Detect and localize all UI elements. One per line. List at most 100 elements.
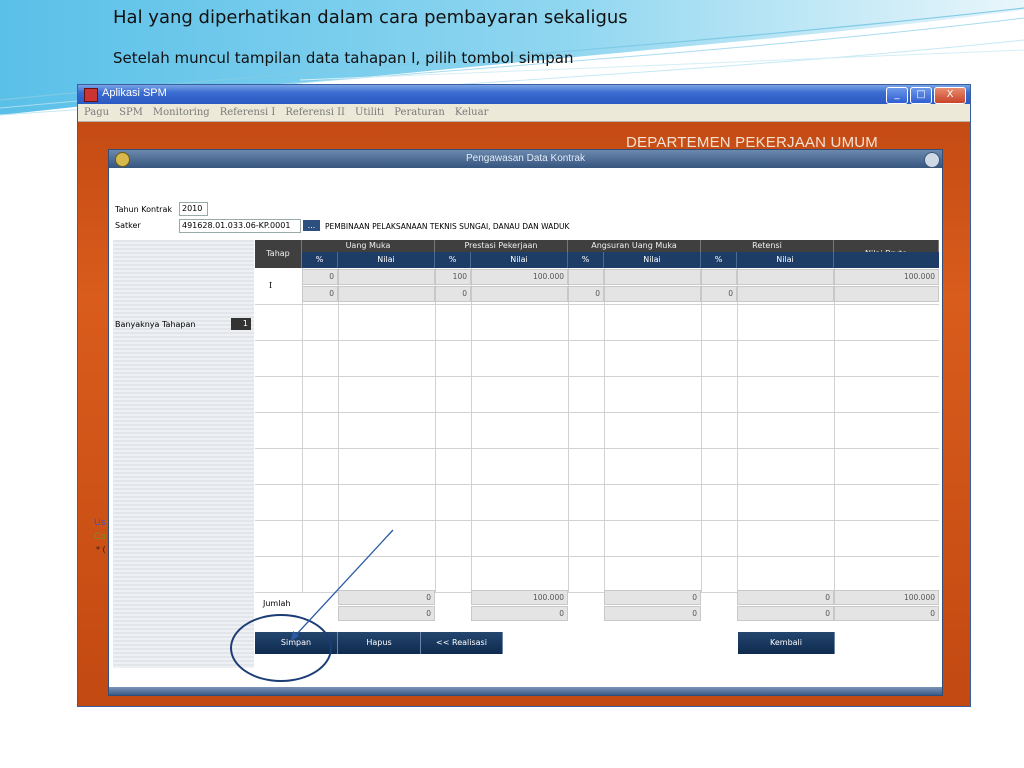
col-divider bbox=[471, 268, 472, 592]
col-divider bbox=[302, 268, 303, 592]
satker-name: PEMBINAAN PELAKSANAAN TEKNIS SUNGAI, DAN… bbox=[325, 222, 570, 231]
col-divider bbox=[701, 268, 702, 592]
aum-nilai-cell[interactable] bbox=[604, 269, 701, 285]
maximize-button[interactable]: □ bbox=[910, 87, 932, 104]
col-divider bbox=[834, 268, 835, 592]
slide-subtitle: Setelah muncul tampilan data tahapan I, … bbox=[113, 49, 574, 67]
col-divider bbox=[737, 268, 738, 592]
row-divider bbox=[255, 484, 939, 485]
header-prestasi-pekerjaan: Prestasi Pekerjaan bbox=[435, 240, 568, 252]
menu-keluar[interactable]: Keluar bbox=[455, 107, 489, 118]
dialog-knob-icon[interactable] bbox=[924, 152, 940, 168]
bruto-cell[interactable] bbox=[834, 286, 939, 302]
row-divider bbox=[255, 340, 939, 341]
banyaknya-tahapan-field[interactable]: 1 bbox=[231, 318, 251, 330]
col-divider bbox=[568, 268, 569, 592]
menu-utiliti[interactable]: Utiliti bbox=[355, 107, 384, 118]
app-window: Aplikasi SPM _ □ X Pagu SPM Monitoring R… bbox=[77, 84, 971, 707]
col-divider bbox=[338, 268, 339, 592]
aum-pct-cell[interactable]: 0 bbox=[568, 286, 604, 302]
tahapan-panel: Banyaknya Tahapan 1 bbox=[113, 240, 254, 668]
menu-referensi-2[interactable]: Referensi II bbox=[285, 107, 345, 118]
jumlah-ret-cell: 0 bbox=[737, 606, 834, 621]
jumlah-pp-cell: 100.000 bbox=[471, 590, 568, 605]
simpan-highlight-ring bbox=[230, 614, 332, 682]
tahap-label: I bbox=[269, 281, 273, 290]
header-retensi: Retensi bbox=[701, 240, 834, 252]
col-divider bbox=[435, 268, 436, 592]
aum-pct-cell[interactable] bbox=[568, 269, 604, 285]
ret-nilai-cell[interactable] bbox=[737, 286, 834, 302]
jumlah-bruto-cell: 0 bbox=[834, 606, 939, 621]
pp-pct-cell[interactable]: 0 bbox=[435, 286, 471, 302]
header-uang-muka: Uang Muka bbox=[302, 240, 435, 252]
jumlah-label: Jumlah bbox=[263, 599, 291, 608]
row-divider bbox=[255, 520, 939, 521]
row-divider bbox=[255, 376, 939, 377]
fragment-text-1: Us bbox=[94, 518, 106, 528]
um-pct-cell[interactable]: 0 bbox=[302, 286, 338, 302]
bruto-cell[interactable]: 100.000 bbox=[834, 269, 939, 285]
jumlah-aum-cell: 0 bbox=[604, 590, 701, 605]
menu-bar: Pagu SPM Monitoring Referensi I Referens… bbox=[78, 104, 970, 122]
minimize-button[interactable]: _ bbox=[886, 87, 908, 104]
subheader-pct: % bbox=[568, 252, 604, 268]
subheader-nilai: Nilai bbox=[604, 252, 701, 268]
row-divider bbox=[255, 412, 939, 413]
um-nilai-cell[interactable] bbox=[338, 269, 435, 285]
hapus-button[interactable]: Hapus bbox=[338, 632, 421, 654]
subheader-nilai: Nilai bbox=[338, 252, 435, 268]
tahun-kontrak-label: Tahun Kontrak bbox=[115, 205, 172, 214]
row-divider bbox=[255, 556, 939, 557]
ret-nilai-cell[interactable] bbox=[737, 269, 834, 285]
pp-nilai-cell[interactable] bbox=[471, 286, 568, 302]
fragment-text-2: Co bbox=[94, 532, 106, 542]
col-divider bbox=[604, 268, 605, 592]
um-nilai-cell[interactable] bbox=[338, 286, 435, 302]
banyaknya-tahapan-label: Banyaknya Tahapan bbox=[115, 320, 196, 329]
pp-pct-cell[interactable]: 100 bbox=[435, 269, 471, 285]
jumlah-um-cell: 0 bbox=[338, 606, 435, 621]
menu-spm[interactable]: SPM bbox=[119, 107, 143, 118]
window-titlebar: Aplikasi SPM _ □ X bbox=[78, 85, 970, 104]
menu-peraturan[interactable]: Peraturan bbox=[394, 107, 445, 118]
window-title: Aplikasi SPM bbox=[102, 87, 167, 99]
subheader-pct: % bbox=[302, 252, 338, 268]
dialog-titlebar: Pengawasan Data Kontrak bbox=[109, 150, 942, 168]
jumlah-bruto-cell: 100.000 bbox=[834, 590, 939, 605]
jumlah-ret-cell: 0 bbox=[737, 590, 834, 605]
row-divider bbox=[255, 448, 939, 449]
subheader-pct: % bbox=[701, 252, 737, 268]
row-divider bbox=[255, 304, 939, 305]
subheader-nilai: Nilai bbox=[471, 252, 568, 268]
subheader-pct: % bbox=[435, 252, 471, 268]
jumlah-um-cell: 0 bbox=[338, 590, 435, 605]
subheader-nilai: Nilai bbox=[737, 252, 834, 268]
satker-lookup-button[interactable]: ... bbox=[303, 220, 320, 231]
um-pct-cell[interactable]: 0 bbox=[302, 269, 338, 285]
dialog-bottom-bar bbox=[109, 687, 942, 695]
ret-pct-cell[interactable]: 0 bbox=[701, 286, 737, 302]
menu-referensi-1[interactable]: Referensi I bbox=[220, 107, 276, 118]
realisasi-button[interactable]: << Realisasi bbox=[421, 632, 503, 654]
jumlah-aum-cell: 0 bbox=[604, 606, 701, 621]
fragment-text-3: * ( bbox=[96, 545, 106, 554]
aum-nilai-cell[interactable] bbox=[604, 286, 701, 302]
pp-nilai-cell[interactable]: 100.000 bbox=[471, 269, 568, 285]
satker-code-field[interactable]: 491628.01.033.06-KP.0001 bbox=[179, 219, 301, 233]
satker-label: Satker bbox=[115, 221, 141, 230]
tahun-kontrak-field[interactable]: 2010 bbox=[179, 202, 208, 216]
kontrak-dialog: Pengawasan Data Kontrak Tahun Kontrak 20… bbox=[108, 149, 943, 696]
header-tahap: Tahap bbox=[255, 240, 302, 268]
jumlah-pp-cell: 0 bbox=[471, 606, 568, 621]
menu-monitoring[interactable]: Monitoring bbox=[153, 107, 210, 118]
header-angsuran-uang-muka: Angsuran Uang Muka bbox=[568, 240, 701, 252]
kembali-button[interactable]: Kembali bbox=[738, 632, 835, 654]
menu-pagu[interactable]: Pagu bbox=[84, 107, 109, 118]
close-button[interactable]: X bbox=[934, 87, 966, 104]
slide-title: Hal yang diperhatikan dalam cara pembaya… bbox=[113, 7, 628, 28]
tahapan-table: Tahap Uang Muka Prestasi Pekerjaan Angsu… bbox=[255, 240, 939, 668]
app-icon bbox=[84, 88, 98, 102]
dialog-title: Pengawasan Data Kontrak bbox=[466, 153, 585, 164]
ret-pct-cell[interactable] bbox=[701, 269, 737, 285]
